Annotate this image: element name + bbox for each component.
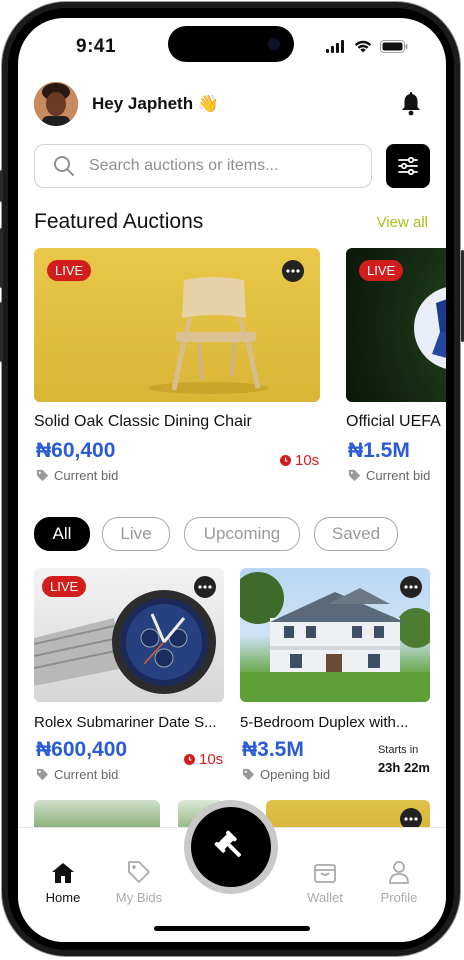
grid-card-house-image[interactable] xyxy=(240,568,430,702)
live-badge: LIVE xyxy=(47,260,92,281)
avatar[interactable] xyxy=(34,82,78,126)
grid-item-title[interactable]: 5-Bedroom Duplex with... xyxy=(240,714,408,731)
volume-down-button xyxy=(0,302,3,362)
featured-card-ball-image[interactable]: LIVE xyxy=(346,248,446,402)
grid-item-price: ₦3.5M xyxy=(242,738,304,761)
status-icons xyxy=(326,40,408,53)
live-badge: LIVE xyxy=(359,260,404,281)
section-title: Featured Auctions xyxy=(34,210,204,233)
profile-icon xyxy=(389,861,409,884)
home-indicator xyxy=(154,926,310,931)
greeting-row: Hey Japheth 👋 xyxy=(34,82,219,126)
featured-item-price: ₦1.5M xyxy=(348,439,410,462)
filter-button[interactable] xyxy=(386,144,430,188)
app-screen: 9:41 Hey Japheth 👋 Search auctions or it… xyxy=(18,18,446,942)
tag-icon xyxy=(128,861,150,883)
search-icon xyxy=(54,156,74,176)
tab-profile[interactable]: Profile xyxy=(364,858,434,905)
featured-item-title[interactable]: Solid Oak Classic Dining Chair xyxy=(34,413,252,431)
tab-label: Profile xyxy=(380,890,418,905)
opening-bid-text: Opening bid xyxy=(260,767,331,782)
starts-in-label: Starts in xyxy=(377,744,419,756)
more-options-icon[interactable] xyxy=(400,576,422,598)
avatar-portrait xyxy=(34,82,78,126)
tag-icon xyxy=(36,768,49,781)
grid-card-watch-image[interactable]: LIVE xyxy=(34,568,224,702)
wifi-icon xyxy=(354,40,372,53)
filter-chip-upcoming[interactable]: Upcoming xyxy=(184,517,300,551)
tag-icon xyxy=(36,469,49,482)
tab-label: Wallet xyxy=(307,890,343,905)
home-icon xyxy=(52,863,74,883)
grid-item-price: ₦600,400 xyxy=(36,738,128,761)
dynamic-island xyxy=(168,26,294,62)
starts-in-value: 23h 22m xyxy=(377,760,430,775)
grid-item-title[interactable]: Rolex Submariner Date S... xyxy=(34,714,217,731)
opening-bid-label: Opening bid xyxy=(242,767,330,782)
auction-fab-button[interactable] xyxy=(184,800,278,894)
volume-up-button xyxy=(0,228,3,288)
countdown-timer: 10s xyxy=(280,452,319,469)
clock-icon xyxy=(280,455,291,466)
status-bar: 9:41 xyxy=(18,18,446,74)
search-bar[interactable]: Search auctions or items... xyxy=(34,144,372,188)
sliders-icon xyxy=(398,156,418,176)
tab-label: My Bids xyxy=(115,890,163,905)
gavel-icon xyxy=(214,830,241,857)
more-options-icon[interactable] xyxy=(194,576,216,598)
camera-icon xyxy=(268,38,280,50)
tag-icon xyxy=(242,768,255,781)
greeting-text: Hey Japheth 👋 xyxy=(92,94,219,113)
more-options-icon[interactable] xyxy=(282,260,304,282)
filter-chip-saved[interactable]: Saved xyxy=(314,517,398,551)
tab-home[interactable]: Home xyxy=(28,858,98,905)
search-input[interactable]: Search auctions or items... xyxy=(89,157,278,175)
view-all-link[interactable]: View all xyxy=(377,214,428,231)
featured-card-chair-image[interactable]: LIVE xyxy=(34,248,320,402)
live-badge: LIVE xyxy=(42,576,87,597)
current-bid-label: Current bid xyxy=(348,468,430,483)
clock: 9:41 xyxy=(76,36,117,57)
featured-item-title[interactable]: Official UEFA xyxy=(346,413,441,431)
wallet-icon xyxy=(314,864,336,883)
timer-text: 10s xyxy=(199,751,224,768)
current-bid-text: Current bid xyxy=(54,468,119,483)
tab-label: Home xyxy=(45,890,81,905)
notification-bell-icon[interactable] xyxy=(400,92,422,121)
starts-in: Starts in 23h 22m xyxy=(378,744,430,775)
signal-icon xyxy=(326,40,344,53)
countdown-timer: 10s xyxy=(184,751,223,768)
current-bid-text: Current bid xyxy=(54,767,119,782)
timer-text: 10s xyxy=(295,452,320,469)
tab-wallet[interactable]: Wallet xyxy=(290,858,360,905)
filter-chip-live[interactable]: Live xyxy=(102,517,170,551)
action-button xyxy=(0,170,3,202)
current-bid-label: Current bid xyxy=(36,767,118,782)
featured-item-price: ₦60,400 xyxy=(36,439,116,462)
battery-icon xyxy=(380,40,408,53)
tab-my-bids[interactable]: My Bids xyxy=(104,858,174,905)
clock-icon xyxy=(184,754,195,765)
current-bid-text: Current bid xyxy=(366,468,431,483)
filter-chip-all[interactable]: All xyxy=(34,517,90,551)
tag-icon xyxy=(348,469,361,482)
current-bid-label: Current bid xyxy=(36,468,118,483)
